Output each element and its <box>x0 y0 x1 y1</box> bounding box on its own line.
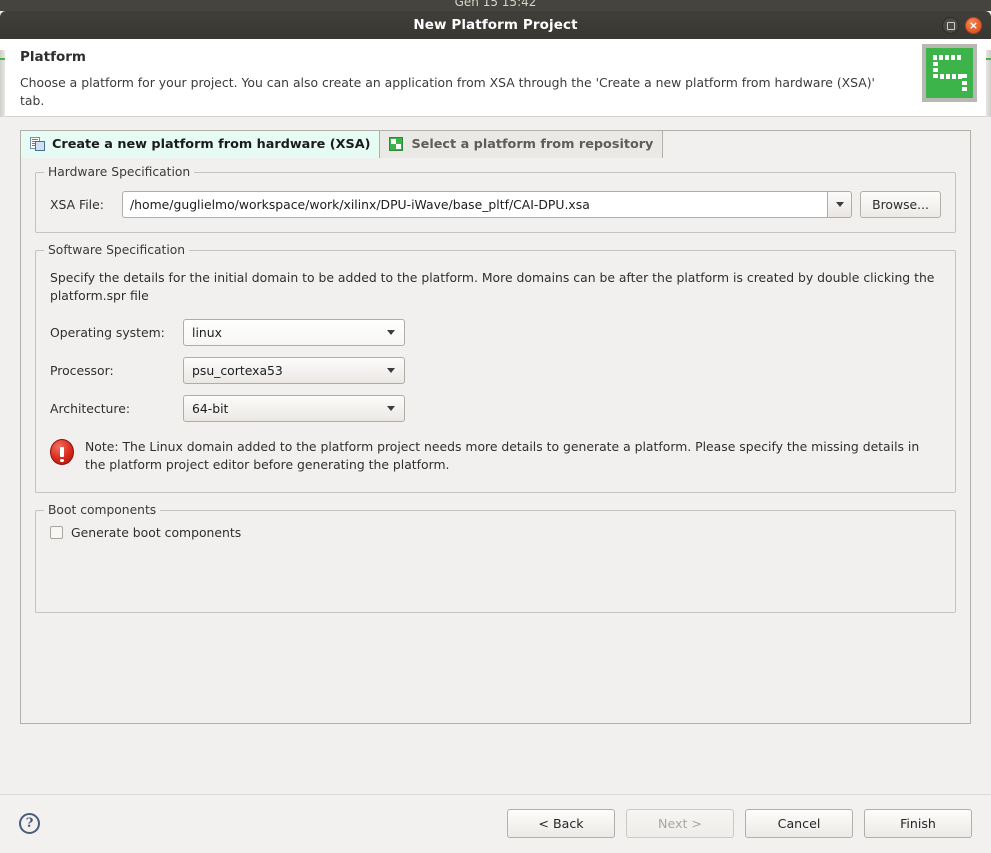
xsa-file-label: XSA File: <box>50 197 104 212</box>
maximize-icon[interactable] <box>942 17 959 34</box>
platform-note: Note: The Linux domain added to the plat… <box>50 438 941 474</box>
hardware-specification-group: Hardware Specification XSA File: Browse.… <box>35 165 956 233</box>
operating-system-row: Operating system: linux <box>50 318 941 346</box>
architecture-select[interactable]: 64-bit <box>183 394 405 422</box>
close-icon[interactable]: × <box>965 17 982 34</box>
right-edge-accent <box>986 58 991 60</box>
xsa-file-combo[interactable] <box>122 191 853 218</box>
processor-row: Processor: psu_cortexa53 <box>50 356 941 384</box>
error-icon <box>50 438 74 465</box>
tab-bar-filler <box>662 130 971 158</box>
processor-select[interactable]: psu_cortexa53 <box>183 356 405 384</box>
tab-create-from-hardware-label: Create a new platform from hardware (XSA… <box>52 137 371 152</box>
xsa-file-row: XSA File: Browse... <box>50 191 941 218</box>
generate-boot-components-checkbox[interactable] <box>50 525 63 539</box>
cancel-button[interactable]: Cancel <box>745 809 853 838</box>
processor-label: Processor: <box>50 362 114 378</box>
operating-system-select[interactable]: linux <box>183 318 405 346</box>
xsa-file-dropdown-button[interactable] <box>827 191 853 218</box>
help-icon[interactable]: ? <box>19 813 40 834</box>
page-title: Platform <box>20 49 86 65</box>
window-title: New Platform Project <box>413 17 578 33</box>
left-edge-accent <box>0 58 5 60</box>
desktop-clock: Gen 15 15:42 <box>454 0 537 9</box>
chevron-down-icon <box>387 329 395 335</box>
dialog-header: Platform Choose a platform for your proj… <box>0 39 991 117</box>
software-specification-group: Software Specification Specify the detai… <box>35 243 956 493</box>
software-specification-description: Specify the details for the initial doma… <box>50 270 935 303</box>
tab-create-from-hardware[interactable]: Create a new platform from hardware (XSA… <box>20 130 381 158</box>
boot-components-title: Boot components <box>44 502 161 517</box>
finish-button[interactable]: Finish <box>864 809 972 838</box>
page-description: Choose a platform for your project. You … <box>20 75 875 108</box>
next-button: Next > <box>626 809 734 838</box>
generate-boot-components-row[interactable]: Generate boot components <box>50 525 941 540</box>
chevron-down-icon <box>835 202 844 207</box>
footer-button-group: < Back Next > Cancel Finish <box>507 809 972 838</box>
chevron-down-icon <box>387 405 395 411</box>
dialog-footer: ? < Back Next > Cancel Finish <box>0 794 991 852</box>
processor-value: psu_cortexa53 <box>192 362 283 378</box>
tab-content-panel: Hardware Specification XSA File: Browse.… <box>20 158 971 724</box>
desktop-panel: Gen 15 15:42 <box>0 0 991 11</box>
operating-system-label: Operating system: <box>50 324 165 340</box>
back-button[interactable]: < Back <box>507 809 615 838</box>
xsa-file-input[interactable] <box>122 191 828 218</box>
chevron-down-icon <box>387 367 395 373</box>
tab-bar: Create a new platform from hardware (XSA… <box>20 130 971 158</box>
boot-components-group: Boot components Generate boot components <box>35 502 956 613</box>
repository-icon <box>389 137 404 152</box>
tab-select-from-repository-label: Select a platform from repository <box>411 137 654 152</box>
platform-chip-icon <box>922 44 977 102</box>
tab-select-from-repository[interactable]: Select a platform from repository <box>379 130 664 158</box>
architecture-row: Architecture: 64-bit <box>50 394 941 422</box>
platform-note-text: Note: The Linux domain added to the plat… <box>85 438 920 472</box>
hardware-xsa-icon <box>30 137 45 152</box>
browse-button[interactable]: Browse... <box>860 191 941 218</box>
architecture-label: Architecture: <box>50 400 131 416</box>
architecture-value: 64-bit <box>192 400 229 416</box>
title-bar: New Platform Project × <box>0 11 991 39</box>
new-platform-project-dialog: New Platform Project × Platform Choose a… <box>0 11 991 853</box>
hardware-specification-title: Hardware Specification <box>44 165 195 179</box>
generate-boot-components-label: Generate boot components <box>71 524 242 540</box>
dialog-body: Create a new platform from hardware (XSA… <box>0 117 991 794</box>
software-specification-title: Software Specification <box>44 243 190 257</box>
operating-system-value: linux <box>192 324 222 340</box>
window-controls: × <box>942 17 982 34</box>
